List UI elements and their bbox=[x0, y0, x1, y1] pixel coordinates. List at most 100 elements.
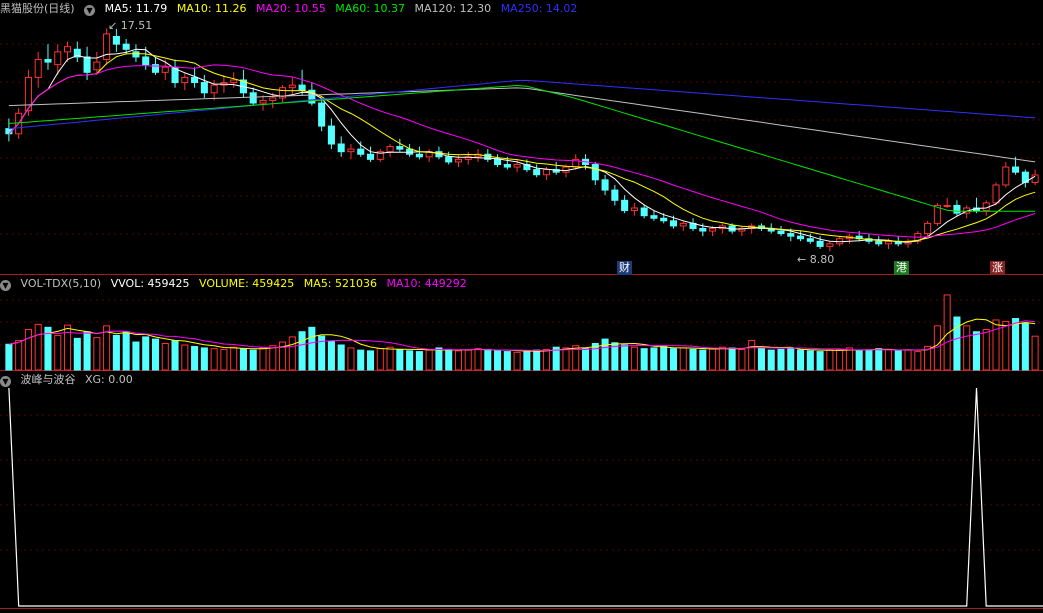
candle-body-8 bbox=[83, 56, 91, 73]
volume-bar-50 bbox=[494, 350, 502, 371]
candle-body-21 bbox=[210, 84, 218, 94]
volume-bar-21 bbox=[210, 348, 218, 371]
candle-body-90 bbox=[884, 240, 893, 245]
volume-bar-66 bbox=[650, 347, 658, 371]
volume-bar-15 bbox=[151, 338, 160, 371]
candle-body-69 bbox=[679, 222, 687, 227]
ma5-label: MA5: 11.79 bbox=[104, 2, 168, 15]
candle-body-97 bbox=[953, 204, 961, 214]
volume-bar-53 bbox=[523, 350, 531, 371]
vol-title: VOL-TDX(5,10) bbox=[20, 277, 102, 290]
tag-cai[interactable]: 财 bbox=[617, 261, 632, 275]
candle-body-32 bbox=[318, 102, 326, 127]
candle-body-61 bbox=[601, 179, 609, 191]
candle-body-72 bbox=[709, 227, 717, 232]
volume-bar-84 bbox=[826, 349, 834, 371]
volume-bar-105 bbox=[1031, 335, 1039, 371]
volume-bar-64 bbox=[630, 346, 638, 371]
candle-body-60 bbox=[591, 163, 599, 181]
volume-bar-41 bbox=[406, 350, 414, 371]
candle-body-55 bbox=[542, 169, 550, 176]
candle-body-13 bbox=[132, 51, 140, 58]
volume-bar-52 bbox=[513, 351, 521, 371]
candle-body-57 bbox=[562, 166, 570, 173]
tag-zhang[interactable]: 涨 bbox=[990, 261, 1005, 275]
volume-bar-104 bbox=[1021, 322, 1029, 371]
candle-body-84 bbox=[826, 243, 834, 247]
volume-bar-30 bbox=[298, 331, 306, 371]
tag-gang[interactable]: 港 bbox=[894, 261, 909, 275]
candle-body-14 bbox=[142, 56, 150, 66]
volume-bar-18 bbox=[181, 344, 189, 371]
candle-body-16 bbox=[161, 66, 169, 73]
volume-bar-16 bbox=[161, 343, 169, 371]
candle-body-6 bbox=[63, 46, 72, 53]
ma250-line bbox=[8, 79, 1036, 130]
xg-label: XG: 0.00 bbox=[85, 373, 133, 386]
volume-bar-9 bbox=[93, 337, 101, 371]
volume-bar-8 bbox=[83, 331, 91, 371]
volume-label: VOLUME: 459425 bbox=[199, 277, 295, 290]
volume-bar-20 bbox=[200, 347, 208, 371]
volume-bar-17 bbox=[171, 340, 179, 371]
volume-bar-76 bbox=[748, 340, 756, 371]
volume-bar-71 bbox=[699, 349, 707, 371]
volume-bar-80 bbox=[787, 348, 795, 371]
settings-dropdown-icon[interactable]: ▼ bbox=[84, 5, 96, 16]
volume-panel-header: ▼ VOL-TDX(5,10) VVOL: 459425 VOLUME: 459… bbox=[0, 276, 473, 292]
candle-body-105 bbox=[1031, 174, 1039, 183]
candle-body-26 bbox=[259, 99, 267, 104]
volume-bar-93 bbox=[914, 351, 922, 371]
candle-body-96 bbox=[943, 204, 951, 207]
candle-body-79 bbox=[777, 230, 785, 235]
indicator-dropdown-icon[interactable]: ▼ bbox=[0, 376, 11, 387]
volume-bar-43 bbox=[425, 349, 433, 371]
volume-bar-12 bbox=[122, 331, 130, 371]
volume-bar-2 bbox=[24, 329, 32, 371]
volume-bar-85 bbox=[836, 348, 844, 371]
vvol-label: VVOL: 459425 bbox=[110, 277, 190, 290]
kline-chart-svg[interactable] bbox=[0, 0, 1043, 613]
ma20-line bbox=[8, 64, 1036, 238]
volume-bar-6 bbox=[63, 324, 72, 371]
low-price-value: 8.80 bbox=[809, 253, 835, 266]
volume-bar-48 bbox=[474, 348, 482, 371]
ma60-line bbox=[8, 84, 1036, 212]
volume-bar-98 bbox=[963, 325, 971, 371]
candle-body-19 bbox=[191, 76, 199, 84]
candle-body-89 bbox=[875, 240, 883, 245]
volume-bar-70 bbox=[689, 348, 697, 371]
volume-bar-99 bbox=[972, 331, 981, 371]
volume-bar-34 bbox=[337, 344, 345, 371]
indicator-title: 波峰与波谷 bbox=[20, 373, 76, 386]
candle-body-46 bbox=[454, 158, 463, 163]
volume-bar-88 bbox=[865, 349, 873, 371]
volume-bar-92 bbox=[904, 349, 912, 371]
candle-body-94 bbox=[924, 222, 932, 235]
volume-bar-13 bbox=[132, 341, 140, 371]
volume-bar-44 bbox=[435, 347, 443, 371]
indicator-panel-header: ▼ 波峰与波谷 XG: 0.00 bbox=[0, 372, 139, 388]
volume-bar-22 bbox=[220, 348, 228, 371]
volume-dropdown-icon[interactable]: ▼ bbox=[0, 280, 11, 291]
candle-body-102 bbox=[1002, 166, 1010, 186]
candle-body-11 bbox=[112, 35, 120, 45]
volume-bar-29 bbox=[288, 336, 296, 371]
ma20-label: MA20: 10.55 bbox=[256, 2, 326, 15]
candle-body-40 bbox=[396, 146, 404, 150]
candle-body-50 bbox=[494, 158, 502, 165]
volume-bar-87 bbox=[855, 350, 863, 371]
volume-bar-101 bbox=[992, 319, 1000, 371]
candle-body-82 bbox=[806, 238, 814, 242]
volume-bar-7 bbox=[73, 337, 81, 371]
volume-bar-47 bbox=[464, 349, 472, 371]
volume-bar-39 bbox=[386, 346, 394, 371]
candle-body-20 bbox=[200, 82, 208, 94]
candle-body-51 bbox=[503, 163, 511, 168]
candle-body-81 bbox=[797, 235, 805, 240]
price-panel-header: 黑猫股份(日线) ▼ MA5: 11.79 MA10: 11.26 MA20: … bbox=[0, 1, 583, 17]
volume-bar-103 bbox=[1012, 317, 1020, 371]
volume-bar-78 bbox=[767, 349, 775, 371]
candle-body-66 bbox=[650, 215, 658, 219]
volume-bar-90 bbox=[884, 348, 893, 371]
